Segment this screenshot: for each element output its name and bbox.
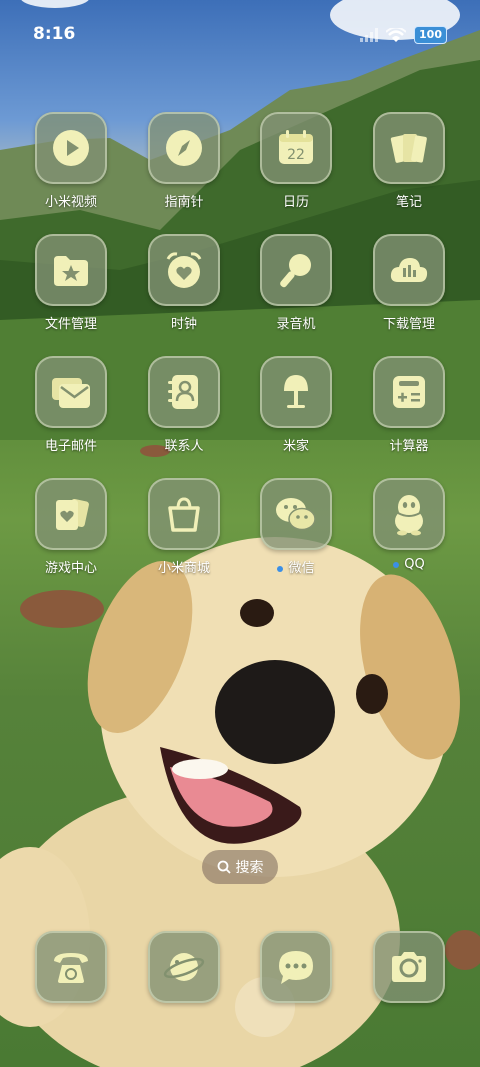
app-tile	[35, 478, 107, 550]
app-tile	[260, 234, 332, 306]
app-label-text: QQ	[404, 557, 425, 572]
app-contacts[interactable]: 联系人	[134, 356, 234, 466]
signal-icon	[360, 28, 379, 42]
dock-messages[interactable]	[246, 931, 346, 1003]
camera-icon	[392, 952, 426, 982]
app-tile	[260, 356, 332, 428]
penguin-icon	[395, 495, 423, 536]
status-time: 8:16	[33, 24, 76, 44]
app-label: 米家	[282, 439, 309, 454]
app-tile	[35, 931, 107, 1003]
app-tile	[35, 112, 107, 184]
app-calendar[interactable]: 22 日历	[246, 112, 346, 222]
calendar-icon: 22	[279, 130, 313, 164]
new-notification-dot	[277, 565, 284, 572]
app-mi-store[interactable]: 小米商城	[134, 478, 234, 588]
app-label: 下载管理	[382, 317, 435, 332]
calculator-icon	[393, 376, 425, 408]
app-calculator[interactable]: 计算器	[359, 356, 459, 466]
app-label: 日历	[282, 195, 309, 210]
app-wechat[interactable]: 微信	[246, 478, 346, 588]
app-downloads[interactable]: 下载管理	[359, 234, 459, 344]
game-card-icon	[56, 498, 89, 530]
app-tile	[373, 931, 445, 1003]
app-tile	[260, 478, 332, 550]
alarm-clock-icon	[166, 252, 202, 288]
app-label: 小米商城	[157, 561, 210, 576]
app-compass[interactable]: 指南针	[134, 112, 234, 222]
app-notes[interactable]: 笔记	[359, 112, 459, 222]
app-recorder[interactable]: 录音机	[246, 234, 346, 344]
app-tile	[148, 931, 220, 1003]
app-label: QQ	[359, 557, 459, 572]
app-tile	[373, 356, 445, 428]
folder-star-icon	[54, 256, 88, 286]
app-label: 笔记	[395, 195, 422, 210]
app-label: 文件管理	[44, 317, 97, 332]
app-tile	[260, 931, 332, 1003]
app-file-manager[interactable]: 文件管理	[21, 234, 121, 344]
app-email[interactable]: 电子邮件	[21, 356, 121, 466]
messages-icon	[279, 951, 313, 984]
compass-icon	[166, 130, 202, 166]
mail-icon	[52, 378, 90, 408]
app-tile	[148, 356, 220, 428]
app-tile	[148, 478, 220, 550]
app-tile	[35, 234, 107, 306]
app-qq[interactable]: QQ	[359, 478, 459, 588]
notes-icon	[390, 134, 427, 163]
app-label: 计算器	[389, 439, 429, 454]
app-tile	[373, 478, 445, 550]
app-label: 录音机	[276, 317, 316, 332]
play-icon	[53, 130, 89, 166]
search-label: 搜索	[235, 860, 264, 876]
app-mi-home[interactable]: 米家	[246, 356, 346, 466]
phone-icon	[54, 953, 88, 983]
app-tile	[148, 234, 220, 306]
dock-phone[interactable]	[21, 931, 121, 1003]
wifi-icon	[386, 27, 407, 42]
browser-planet-icon	[163, 953, 205, 981]
app-tile	[373, 234, 445, 306]
app-mi-video[interactable]: 小米视频	[21, 112, 121, 222]
contacts-icon	[168, 375, 198, 409]
status-bar: 8:16 100	[0, 0, 480, 68]
dock-browser[interactable]	[134, 931, 234, 1003]
lamp-icon	[284, 375, 308, 408]
app-clock[interactable]: 时钟	[134, 234, 234, 344]
app-label: 联系人	[164, 439, 204, 454]
app-tile	[35, 356, 107, 428]
app-tile: 22	[260, 112, 332, 184]
microphone-icon	[280, 254, 311, 288]
app-label: 时钟	[170, 317, 197, 332]
app-label: 指南针	[164, 195, 204, 210]
cloud-download-icon	[390, 258, 428, 282]
search-icon	[217, 860, 231, 874]
shopping-bag-icon	[168, 497, 200, 532]
app-tile	[148, 112, 220, 184]
wechat-icon	[276, 498, 316, 531]
search-button[interactable]: 搜索	[202, 850, 278, 884]
app-game-center[interactable]: 游戏中心	[21, 478, 121, 588]
new-notification-dot	[393, 561, 400, 568]
calendar-day: 22	[287, 147, 305, 163]
status-icons: 100	[360, 26, 447, 44]
app-label: 游戏中心	[44, 561, 97, 576]
battery-indicator: 100	[414, 26, 447, 44]
app-label: 微信	[246, 557, 346, 576]
app-tile	[373, 112, 445, 184]
app-label-text: 微信	[288, 561, 315, 576]
app-label: 电子邮件	[44, 439, 97, 454]
dock-camera[interactable]	[359, 931, 459, 1003]
app-label: 小米视频	[44, 195, 97, 210]
